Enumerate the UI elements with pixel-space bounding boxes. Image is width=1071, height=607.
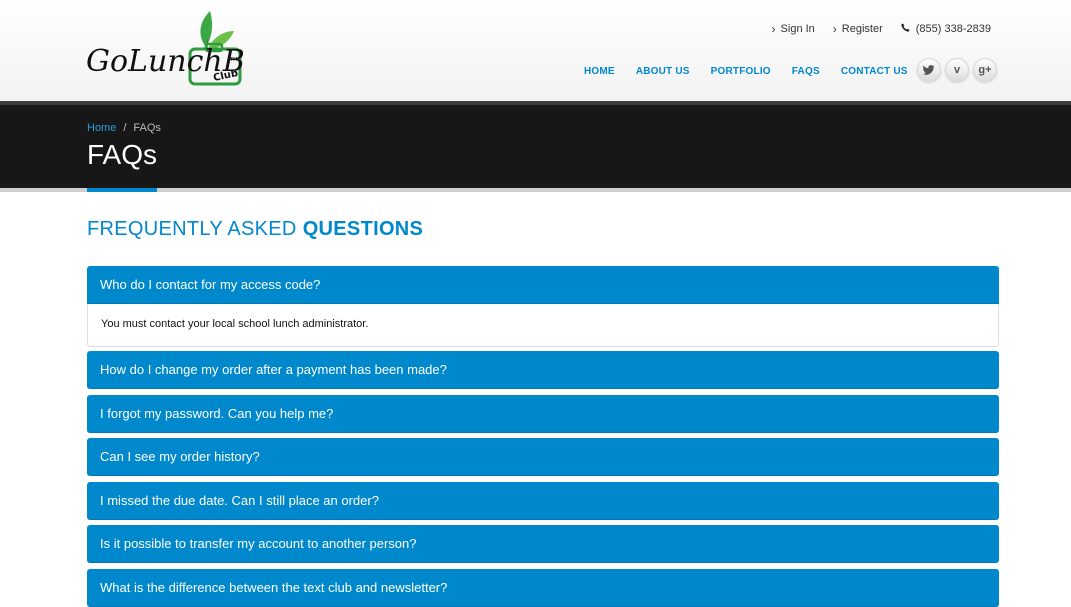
faq-question: I forgot my password. Can you help me? bbox=[100, 406, 334, 421]
sign-in-link[interactable]: › Sign In bbox=[772, 22, 815, 36]
site-header: GoLunchBox Club TM › Sign In › Register … bbox=[0, 0, 1071, 101]
faq-question-toggle[interactable]: How do I change my order after a payment… bbox=[87, 351, 999, 389]
breadcrumb-separator: / bbox=[123, 122, 127, 134]
phone-link[interactable]: (855) 338-2839 bbox=[901, 23, 991, 35]
sign-in-label: Sign In bbox=[780, 23, 815, 35]
breadcrumb-home-link[interactable]: Home bbox=[87, 122, 116, 134]
faq-question: Is it possible to transfer my account to… bbox=[100, 536, 417, 551]
faq-item: What is the difference between the text … bbox=[87, 569, 999, 607]
faq-item: How do I change my order after a payment… bbox=[87, 351, 999, 389]
faq-item: I missed the due date. Can I still place… bbox=[87, 482, 999, 520]
register-label: Register bbox=[841, 23, 883, 35]
nav-item-portfolio[interactable]: PORTFOLIO bbox=[711, 66, 771, 77]
faq-question-toggle[interactable]: Can I see my order history? bbox=[87, 438, 999, 476]
social-links: v g+ bbox=[917, 58, 1001, 82]
faq-item: I forgot my password. Can you help me? bbox=[87, 395, 999, 433]
register-link[interactable]: › Register bbox=[833, 22, 883, 36]
faq-question-toggle[interactable]: I forgot my password. Can you help me? bbox=[87, 395, 999, 433]
page-title: FAQs bbox=[87, 139, 158, 170]
top-links: › Sign In › Register (855) 338-2839 bbox=[754, 22, 991, 36]
nav-item-faqs[interactable]: FAQS bbox=[792, 66, 820, 77]
title-accent-bar bbox=[87, 188, 157, 192]
phone-number: (855) 338-2839 bbox=[915, 23, 991, 35]
chevron-right-icon: › bbox=[771, 22, 776, 36]
main-nav: HOME ABOUT US PORTFOLIO FAQS CONTACT US bbox=[584, 66, 929, 77]
page-title-band bbox=[0, 105, 1071, 188]
section-heading-bold: QUESTIONS bbox=[302, 218, 424, 240]
nav-item-about-us[interactable]: ABOUT US bbox=[636, 66, 690, 77]
phone-icon bbox=[901, 23, 910, 35]
faq-question-toggle[interactable]: What is the difference between the text … bbox=[87, 569, 999, 607]
faq-item: Is it possible to transfer my account to… bbox=[87, 525, 999, 563]
faq-question-toggle[interactable]: I missed the due date. Can I still place… bbox=[87, 482, 999, 520]
faq-item: Who do I contact for my access code? You… bbox=[87, 266, 999, 347]
vimeo-glyph: v bbox=[953, 64, 961, 76]
section-heading: FREQUENTLY ASKED QUESTIONS bbox=[87, 218, 423, 241]
section-heading-light: FREQUENTLY ASKED bbox=[87, 218, 297, 240]
twitter-icon[interactable] bbox=[917, 58, 941, 82]
faq-answer-text: You must contact your local school lunch… bbox=[101, 318, 369, 330]
vimeo-icon[interactable]: v bbox=[945, 58, 969, 82]
title-band-border bbox=[0, 188, 1071, 192]
breadcrumb-current: FAQs bbox=[133, 122, 161, 134]
faq-answer: You must contact your local school lunch… bbox=[87, 304, 999, 347]
faq-question: I missed the due date. Can I still place… bbox=[100, 493, 379, 508]
google-plus-icon[interactable]: g+ bbox=[973, 58, 997, 82]
faq-question: Can I see my order history? bbox=[100, 449, 260, 464]
google-plus-glyph: g+ bbox=[978, 64, 992, 76]
nav-item-contact-us[interactable]: CONTACT US bbox=[841, 66, 908, 77]
faq-question: What is the difference between the text … bbox=[100, 580, 448, 595]
nav-item-home[interactable]: HOME bbox=[584, 66, 615, 77]
chevron-right-icon: › bbox=[832, 22, 837, 36]
breadcrumb: Home / FAQs bbox=[87, 122, 161, 134]
logo-trademark: TM bbox=[229, 57, 237, 63]
faq-question: Who do I contact for my access code? bbox=[100, 277, 321, 292]
faq-question-toggle[interactable]: Is it possible to transfer my account to… bbox=[87, 525, 999, 563]
faq-question-toggle[interactable]: Who do I contact for my access code? bbox=[87, 266, 999, 304]
site-logo[interactable]: GoLunchBox Club TM bbox=[86, 9, 280, 89]
faq-item: Can I see my order history? bbox=[87, 438, 999, 476]
logo-graphic: GoLunchBox Club TM bbox=[86, 11, 280, 86]
faq-question: How do I change my order after a payment… bbox=[100, 362, 447, 377]
